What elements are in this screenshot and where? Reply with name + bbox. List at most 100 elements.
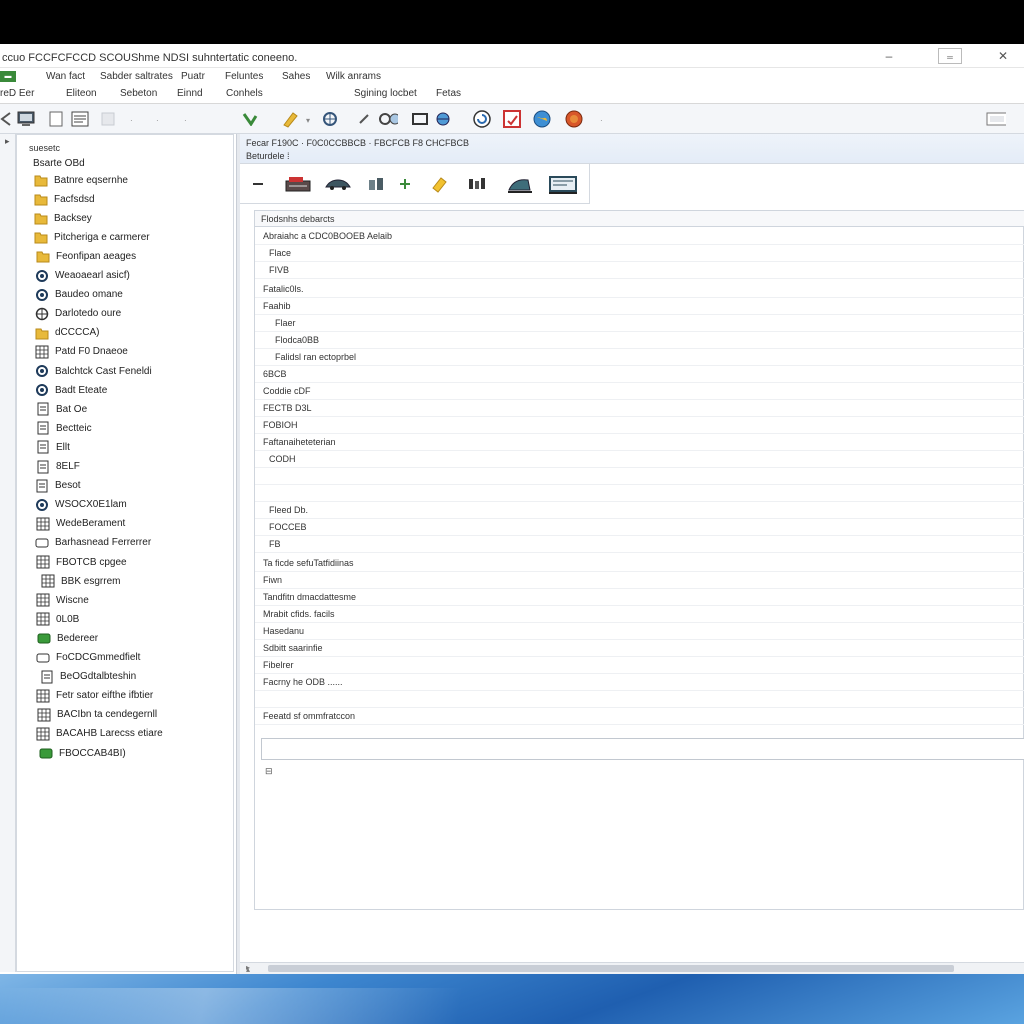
back-icon[interactable]: [0, 109, 16, 129]
property-row[interactable]: Sdbitt saarinfie: [255, 640, 1024, 657]
scrollbar-thumb[interactable]: [268, 965, 954, 972]
property-row[interactable]: Fiwn: [255, 572, 1024, 589]
tree-item[interactable]: Backsey: [34, 209, 92, 227]
tree-item[interactable]: BeOGdtalbteshin: [40, 668, 136, 686]
property-row[interactable]: Abraiahc a CDC0BOOEB Aelaib: [255, 228, 1024, 245]
second-item-4[interactable]: Einnd: [177, 88, 203, 99]
scan-icon[interactable]: [410, 109, 430, 129]
property-row[interactable]: FB: [255, 536, 1024, 553]
tag-icon[interactable]: [428, 174, 450, 194]
property-row[interactable]: FECTB D3L: [255, 400, 1024, 417]
property-row[interactable]: Flodca0BB: [255, 332, 1024, 349]
tree-item[interactable]: FBOTCB cpgee: [36, 553, 127, 571]
tree-item[interactable]: WedeBerament: [36, 515, 125, 533]
second-item-2[interactable]: Eliteon: [66, 88, 97, 99]
value-input[interactable]: [261, 738, 1024, 760]
property-row[interactable]: [255, 468, 1024, 485]
menu-item-6[interactable]: Wilk anrams: [326, 71, 381, 82]
tree-item[interactable]: FBOCCAB4BI): [39, 744, 126, 762]
tools-icon[interactable]: [366, 174, 386, 194]
second-item-7[interactable]: Fetas: [436, 88, 461, 99]
property-row[interactable]: Flace: [255, 245, 1024, 262]
second-item-1[interactable]: reD Eer: [0, 88, 34, 99]
property-row[interactable]: Feeatd sf ommfratccon: [255, 708, 1024, 725]
tree-item[interactable]: BACIbn ta cendegernll: [37, 706, 157, 724]
tree-item[interactable]: Weaoaearl asicf): [35, 267, 130, 285]
diagnostic-icon[interactable]: [546, 174, 580, 194]
maximize-button[interactable]: ═: [938, 48, 962, 64]
tree-item[interactable]: Wiscne: [36, 591, 89, 609]
property-row[interactable]: 6BCB: [255, 366, 1024, 383]
panel-toggle-icon[interactable]: [986, 109, 1006, 129]
go-arrow-icon[interactable]: [240, 109, 260, 129]
tree-item[interactable]: Batnre eqsernhe: [34, 171, 128, 189]
property-row[interactable]: FIVB: [255, 262, 1024, 279]
tree-item[interactable]: Besot: [35, 477, 81, 495]
link-icon[interactable]: [354, 109, 374, 129]
tree-root[interactable]: Bsarte OBd: [33, 158, 85, 169]
plus-icon[interactable]: [398, 174, 412, 194]
car-icon[interactable]: [324, 174, 352, 194]
minimize-button[interactable]: –: [876, 46, 902, 66]
property-row[interactable]: FOBIOH: [255, 417, 1024, 434]
property-row[interactable]: Fatalic0ls.: [255, 281, 1024, 298]
tree-item[interactable]: Bedereer: [37, 629, 98, 647]
property-row[interactable]: [255, 485, 1024, 502]
tree-item[interactable]: Feonfipan aeages: [36, 247, 136, 265]
stop-icon[interactable]: [564, 109, 584, 129]
tree-item[interactable]: 0L0B: [36, 610, 79, 628]
close-button[interactable]: ✕: [990, 46, 1016, 66]
dash-icon[interactable]: [252, 174, 264, 194]
second-item-6[interactable]: Sgining locbet: [354, 88, 417, 99]
tree-item[interactable]: Bectteic: [36, 419, 92, 437]
property-row[interactable]: Mrabit cfids. facils: [255, 606, 1024, 623]
tree-item[interactable]: Ellt: [36, 438, 70, 456]
property-row[interactable]: CODH: [255, 451, 1024, 468]
property-row[interactable]: Flaer: [255, 315, 1024, 332]
menu-item-3[interactable]: Puatr: [181, 71, 205, 82]
device-icon[interactable]: [284, 174, 312, 194]
settings-cluster-icon[interactable]: [378, 109, 398, 129]
tree-item[interactable]: BACAHB Larecss etiare: [36, 725, 163, 743]
second-item-5[interactable]: Conhels: [226, 88, 263, 99]
property-row[interactable]: Faftanaiheteterian: [255, 434, 1024, 451]
globe-tool-icon[interactable]: [434, 109, 454, 129]
second-item-3[interactable]: Sebeton: [120, 88, 157, 99]
property-row[interactable]: Coddie cDF: [255, 383, 1024, 400]
tree-item[interactable]: Badt Eteate: [35, 381, 107, 399]
property-row[interactable]: Faahib: [255, 298, 1024, 315]
tree-item[interactable]: dCCCCA): [35, 324, 99, 342]
refresh-icon[interactable]: [472, 109, 492, 129]
computer-icon[interactable]: [16, 109, 36, 129]
tree-item[interactable]: Fetr sator eifthe ifbtier: [36, 687, 153, 705]
tree-item[interactable]: BBK esgrrem: [41, 572, 120, 590]
menu-item-4[interactable]: Feluntes: [225, 71, 263, 82]
property-row[interactable]: Falidsl ran ectoprbel: [255, 349, 1024, 366]
tree-item[interactable]: Patd F0 Dnaeoe: [35, 343, 128, 361]
tree-item[interactable]: Darlotedo oure: [35, 305, 121, 323]
bars-icon[interactable]: [466, 174, 490, 194]
collapse-icon[interactable]: ⊟: [265, 766, 273, 777]
tree-item[interactable]: Pitcheriga e carmerer: [34, 228, 150, 246]
horizontal-scrollbar[interactable]: ▸: [240, 962, 1024, 974]
property-row[interactable]: Ta ficde sefuTatfidiinas: [255, 555, 1024, 572]
report-icon[interactable]: [502, 109, 522, 129]
tree-item[interactable]: Barhasnead Ferrerrer: [35, 534, 151, 552]
tree-item[interactable]: Bat Oe: [36, 400, 87, 418]
tree-item[interactable]: WSOCX0E1lam: [35, 496, 127, 514]
property-row[interactable]: Facrny he ODB ......: [255, 674, 1024, 691]
tree-item[interactable]: Baudeo omane: [35, 286, 123, 304]
tree-item[interactable]: Facfsdsd: [34, 190, 95, 208]
tree-item[interactable]: FoCDCGmmedfielt: [36, 649, 140, 667]
page-icon[interactable]: [46, 109, 66, 129]
vehicle-scan-icon[interactable]: [506, 174, 534, 194]
property-row[interactable]: [255, 691, 1024, 708]
pencil-icon[interactable]: [280, 109, 300, 129]
earth-icon[interactable]: [532, 109, 552, 129]
document-list-icon[interactable]: [70, 109, 90, 129]
menu-item-2[interactable]: Sabder saltrates: [100, 71, 173, 82]
tree-item[interactable]: Balchtck Cast Feneldi: [35, 362, 152, 380]
property-row[interactable]: Tandfitn dmacdattesme: [255, 589, 1024, 606]
property-row[interactable]: Fleed Db.: [255, 502, 1024, 519]
expand-icon[interactable]: ▴: [246, 965, 250, 974]
